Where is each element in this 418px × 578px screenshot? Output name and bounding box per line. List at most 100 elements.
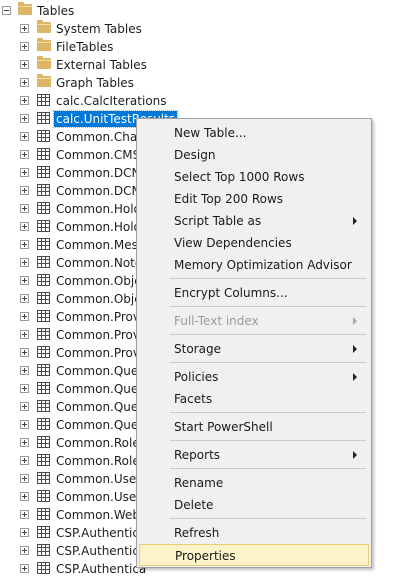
menu-item-design[interactable]: Design xyxy=(139,144,369,166)
menu-item-new-table[interactable]: New Table... xyxy=(139,122,369,144)
expand-icon[interactable] xyxy=(20,60,29,69)
expand-icon[interactable] xyxy=(20,186,29,195)
table-icon xyxy=(37,220,50,232)
menu-item-properties[interactable]: Properties xyxy=(139,544,369,566)
menu-item-delete[interactable]: Delete xyxy=(139,494,369,516)
table-icon xyxy=(37,508,50,520)
menu-item-label: Edit Top 200 Rows xyxy=(174,192,284,206)
collapse-icon[interactable] xyxy=(2,6,11,15)
expand-icon[interactable] xyxy=(20,168,29,177)
table-icon xyxy=(37,310,50,322)
expand-icon[interactable] xyxy=(20,258,29,267)
expand-icon[interactable] xyxy=(20,96,29,105)
expand-icon[interactable] xyxy=(20,24,29,33)
tree-node-label: External Tables xyxy=(56,58,147,72)
menu-item-memory-optimization-advisor[interactable]: Memory Optimization Advisor xyxy=(139,254,369,276)
menu-item-label: Policies xyxy=(174,370,219,384)
expand-icon[interactable] xyxy=(20,546,29,555)
expand-icon[interactable] xyxy=(20,312,29,321)
tree-node-label: Common.Mess xyxy=(56,238,145,252)
tree-node-label: Common.Provi xyxy=(56,346,144,360)
menu-item-refresh[interactable]: Refresh xyxy=(139,522,369,544)
expand-icon[interactable] xyxy=(20,384,29,393)
tree-node-label: Common.DCNS xyxy=(56,166,149,180)
submenu-arrow-icon xyxy=(353,373,357,381)
menu-item-label: Memory Optimization Advisor xyxy=(174,258,352,272)
folder-icon xyxy=(37,56,51,69)
expand-icon[interactable] xyxy=(20,222,29,231)
menu-item-label: Facets xyxy=(174,392,213,406)
tree-node-label: Common.Queu xyxy=(56,400,146,414)
menu-item-facets[interactable]: Facets xyxy=(139,388,369,410)
menu-item-encrypt-columns[interactable]: Encrypt Columns... xyxy=(139,282,369,304)
table-icon xyxy=(37,472,50,484)
menu-item-policies[interactable]: Policies xyxy=(139,366,369,388)
expand-icon[interactable] xyxy=(20,78,29,87)
menu-item-edit-top-200-rows[interactable]: Edit Top 200 Rows xyxy=(139,188,369,210)
tree-node-label: Common.Queu xyxy=(56,418,146,432)
menu-item-label: Delete xyxy=(174,498,214,512)
expand-icon[interactable] xyxy=(20,402,29,411)
menu-item-start-powershell[interactable]: Start PowerShell xyxy=(139,416,369,438)
expand-icon[interactable] xyxy=(20,42,29,51)
expand-icon[interactable] xyxy=(20,564,29,573)
expand-icon[interactable] xyxy=(20,510,29,519)
folder-icon xyxy=(37,38,51,51)
menu-item-label: View Dependencies xyxy=(174,236,292,250)
tree-node-label: FileTables xyxy=(56,40,114,54)
expand-icon[interactable] xyxy=(20,420,29,429)
tree-node-label: Common.RoleC xyxy=(56,454,149,468)
menu-separator xyxy=(170,440,366,441)
tree-node-label: Common.Hold xyxy=(56,220,142,234)
menu-item-storage[interactable]: Storage xyxy=(139,338,369,360)
tree-node-label: Common.DCNS xyxy=(56,184,149,198)
table-icon xyxy=(37,328,50,340)
expand-icon[interactable] xyxy=(20,366,29,375)
expand-icon[interactable] xyxy=(20,204,29,213)
menu-item-label: Properties xyxy=(175,549,236,563)
expand-icon[interactable] xyxy=(20,456,29,465)
folder-icon xyxy=(37,74,51,87)
expand-icon[interactable] xyxy=(20,492,29,501)
context-menu: New Table... Design Select Top 1000 Rows Ed… xyxy=(136,118,372,568)
tree-node-label: Common.Provi xyxy=(56,310,144,324)
expand-icon[interactable] xyxy=(20,150,29,159)
menu-item-reports[interactable]: Reports xyxy=(139,444,369,466)
tree-node-label: Common.Obje xyxy=(56,274,142,288)
expand-icon[interactable] xyxy=(20,294,29,303)
table-icon xyxy=(37,202,50,214)
expand-icon[interactable] xyxy=(20,276,29,285)
menu-item-select-top-1000-rows[interactable]: Select Top 1000 Rows xyxy=(139,166,369,188)
table-icon xyxy=(37,544,50,556)
folder-icon xyxy=(18,2,32,15)
menu-item-label: Start PowerShell xyxy=(174,420,273,434)
table-icon xyxy=(37,346,50,358)
menu-separator xyxy=(170,334,366,335)
tree-node-label: Common.CMS_ xyxy=(56,148,147,162)
tree-node-label: Common.Queu xyxy=(56,382,146,396)
table-icon xyxy=(37,112,50,124)
expand-icon[interactable] xyxy=(20,114,29,123)
expand-icon[interactable] xyxy=(20,240,29,249)
menu-item-script-table-as[interactable]: Script Table as xyxy=(139,210,369,232)
expand-icon[interactable] xyxy=(20,474,29,483)
menu-item-label: Storage xyxy=(174,342,221,356)
tree-node-label: Common.Hold xyxy=(56,202,142,216)
expand-icon[interactable] xyxy=(20,438,29,447)
tree-node-label: Common.Provi xyxy=(56,328,144,342)
menu-separator xyxy=(170,306,366,307)
table-icon xyxy=(37,256,50,268)
menu-item-view-dependencies[interactable]: View Dependencies xyxy=(139,232,369,254)
menu-item-label: New Table... xyxy=(174,126,247,140)
expand-icon[interactable] xyxy=(20,348,29,357)
tree-node-label: CSP.Authentica xyxy=(56,526,147,540)
tree-node-label: Tables xyxy=(37,4,75,18)
expand-icon[interactable] xyxy=(20,528,29,537)
menu-item-rename[interactable]: Rename xyxy=(139,472,369,494)
table-icon xyxy=(37,382,50,394)
menu-item-label: Design xyxy=(174,148,216,162)
expand-icon[interactable] xyxy=(20,330,29,339)
tree-node-label: Common.WebS xyxy=(56,508,148,522)
expand-icon[interactable] xyxy=(20,132,29,141)
menu-item-label: Script Table as xyxy=(174,214,262,228)
